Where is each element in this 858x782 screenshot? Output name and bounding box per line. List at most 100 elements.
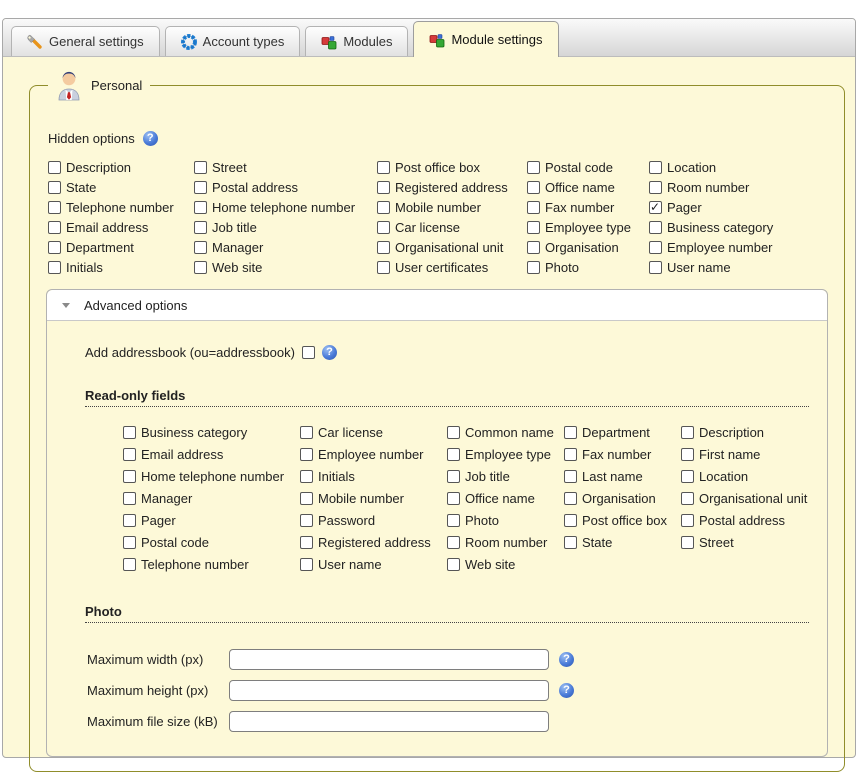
checkbox-room-number[interactable] bbox=[447, 536, 460, 549]
checkbox-item-last-name[interactable]: Last name bbox=[564, 469, 681, 484]
tab-general-settings[interactable]: General settings bbox=[11, 26, 160, 56]
checkbox-item-postal-code[interactable]: Postal code bbox=[123, 535, 300, 550]
checkbox-email-address[interactable] bbox=[123, 448, 136, 461]
tab-module-settings[interactable]: Module settings bbox=[413, 21, 558, 57]
checkbox-fax-number[interactable] bbox=[564, 448, 577, 461]
checkbox-registered-address[interactable] bbox=[377, 181, 390, 194]
checkbox-item-registered-address[interactable]: Registered address bbox=[300, 535, 447, 550]
checkbox-mobile-number[interactable] bbox=[377, 201, 390, 214]
checkbox-organisational-unit[interactable] bbox=[377, 241, 390, 254]
checkbox-item-car-license[interactable]: Car license bbox=[300, 425, 447, 440]
checkbox-item-postal-address[interactable]: Postal address bbox=[194, 180, 377, 195]
checkbox-car-license[interactable] bbox=[300, 426, 313, 439]
checkbox-item-employee-type[interactable]: Employee type bbox=[527, 220, 649, 235]
checkbox-business-category[interactable] bbox=[123, 426, 136, 439]
checkbox-item-job-title[interactable]: Job title bbox=[194, 220, 377, 235]
tab-modules[interactable]: Modules bbox=[305, 26, 408, 56]
checkbox-item-office-name[interactable]: Office name bbox=[447, 491, 564, 506]
checkbox-item-location[interactable]: Location bbox=[649, 160, 832, 175]
checkbox-item-organisational-unit[interactable]: Organisational unit bbox=[377, 240, 527, 255]
checkbox-item-department[interactable]: Department bbox=[48, 240, 194, 255]
checkbox-item-user-certificates[interactable]: User certificates bbox=[377, 260, 527, 275]
checkbox-item-telephone-number[interactable]: Telephone number bbox=[123, 557, 300, 572]
checkbox-item-first-name[interactable]: First name bbox=[681, 447, 807, 462]
checkbox-item-organisational-unit[interactable]: Organisational unit bbox=[681, 491, 807, 506]
checkbox-employee-type[interactable] bbox=[447, 448, 460, 461]
checkbox-item-organisation[interactable]: Organisation bbox=[527, 240, 649, 255]
checkbox-item-location[interactable]: Location bbox=[681, 469, 807, 484]
checkbox-photo[interactable] bbox=[527, 261, 540, 274]
help-icon[interactable]: ? bbox=[559, 683, 574, 698]
checkbox-street[interactable] bbox=[194, 161, 207, 174]
checkbox-item-postal-address[interactable]: Postal address bbox=[681, 513, 807, 528]
checkbox-user-name[interactable] bbox=[649, 261, 662, 274]
checkbox-postal-address[interactable] bbox=[194, 181, 207, 194]
checkbox-item-mobile-number[interactable]: Mobile number bbox=[377, 200, 527, 215]
checkbox-item-web-site[interactable]: Web site bbox=[194, 260, 377, 275]
maximum-file-size-kb-input[interactable] bbox=[229, 711, 549, 732]
checkbox-item-photo[interactable]: Photo bbox=[447, 513, 564, 528]
checkbox-postal-code[interactable] bbox=[527, 161, 540, 174]
checkbox-telephone-number[interactable] bbox=[123, 558, 136, 571]
checkbox-item-manager[interactable]: Manager bbox=[123, 491, 300, 506]
checkbox-state[interactable] bbox=[564, 536, 577, 549]
tab-account-types[interactable]: Account types bbox=[165, 26, 301, 56]
checkbox-mobile-number[interactable] bbox=[300, 492, 313, 505]
advanced-options-header[interactable]: Advanced options bbox=[47, 290, 827, 321]
checkbox-organisational-unit[interactable] bbox=[681, 492, 694, 505]
checkbox-item-initials[interactable]: Initials bbox=[48, 260, 194, 275]
checkbox-item-employee-number[interactable]: Employee number bbox=[649, 240, 832, 255]
checkbox-item-car-license[interactable]: Car license bbox=[377, 220, 527, 235]
checkbox-password[interactable] bbox=[300, 514, 313, 527]
checkbox-item-room-number[interactable]: Room number bbox=[649, 180, 832, 195]
checkbox-pager[interactable] bbox=[123, 514, 136, 527]
checkbox-item-initials[interactable]: Initials bbox=[300, 469, 447, 484]
checkbox-item-fax-number[interactable]: Fax number bbox=[564, 447, 681, 462]
checkbox-item-home-telephone-number[interactable]: Home telephone number bbox=[123, 469, 300, 484]
checkbox-item-user-name[interactable]: User name bbox=[649, 260, 832, 275]
checkbox-item-room-number[interactable]: Room number bbox=[447, 535, 564, 550]
checkbox-description[interactable] bbox=[48, 161, 61, 174]
checkbox-item-photo[interactable]: Photo bbox=[527, 260, 649, 275]
checkbox-item-fax-number[interactable]: Fax number bbox=[527, 200, 649, 215]
checkbox-post-office-box[interactable] bbox=[377, 161, 390, 174]
checkbox-organisation[interactable] bbox=[564, 492, 577, 505]
checkbox-item-organisation[interactable]: Organisation bbox=[564, 491, 681, 506]
checkbox-business-category[interactable] bbox=[649, 221, 662, 234]
checkbox-post-office-box[interactable] bbox=[564, 514, 577, 527]
checkbox-item-employee-number[interactable]: Employee number bbox=[300, 447, 447, 462]
checkbox-item-password[interactable]: Password bbox=[300, 513, 447, 528]
checkbox-last-name[interactable] bbox=[564, 470, 577, 483]
checkbox-item-business-category[interactable]: Business category bbox=[649, 220, 832, 235]
checkbox-item-description[interactable]: Description bbox=[681, 425, 807, 440]
checkbox-email-address[interactable] bbox=[48, 221, 61, 234]
checkbox-location[interactable] bbox=[681, 470, 694, 483]
checkbox-room-number[interactable] bbox=[649, 181, 662, 194]
checkbox-item-post-office-box[interactable]: Post office box bbox=[377, 160, 527, 175]
checkbox-employee-type[interactable] bbox=[527, 221, 540, 234]
addressbook-checkbox[interactable] bbox=[302, 346, 315, 359]
maximum-height-px-input[interactable] bbox=[229, 680, 549, 701]
checkbox-item-postal-code[interactable]: Postal code bbox=[527, 160, 649, 175]
checkbox-user-certificates[interactable] bbox=[377, 261, 390, 274]
checkbox-job-title[interactable] bbox=[194, 221, 207, 234]
checkbox-job-title[interactable] bbox=[447, 470, 460, 483]
maximum-width-px-input[interactable] bbox=[229, 649, 549, 670]
checkbox-web-site[interactable] bbox=[194, 261, 207, 274]
help-icon[interactable]: ? bbox=[322, 345, 337, 360]
checkbox-postal-address[interactable] bbox=[681, 514, 694, 527]
checkbox-item-business-category[interactable]: Business category bbox=[123, 425, 300, 440]
checkbox-item-state[interactable]: State bbox=[564, 535, 681, 550]
checkbox-item-registered-address[interactable]: Registered address bbox=[377, 180, 527, 195]
checkbox-department[interactable] bbox=[564, 426, 577, 439]
checkbox-initials[interactable] bbox=[300, 470, 313, 483]
checkbox-office-name[interactable] bbox=[527, 181, 540, 194]
checkbox-postal-code[interactable] bbox=[123, 536, 136, 549]
checkbox-item-job-title[interactable]: Job title bbox=[447, 469, 564, 484]
checkbox-street[interactable] bbox=[681, 536, 694, 549]
checkbox-registered-address[interactable] bbox=[300, 536, 313, 549]
checkbox-item-home-telephone-number[interactable]: Home telephone number bbox=[194, 200, 377, 215]
checkbox-item-post-office-box[interactable]: Post office box bbox=[564, 513, 681, 528]
checkbox-initials[interactable] bbox=[48, 261, 61, 274]
checkbox-item-email-address[interactable]: Email address bbox=[48, 220, 194, 235]
